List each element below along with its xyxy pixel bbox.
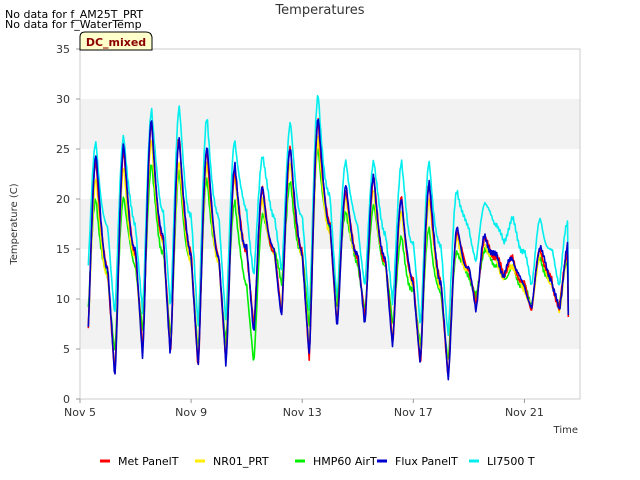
dc-mixed-badge: DC_mixed (79, 31, 153, 51)
y-tick-label: 25 (56, 143, 70, 156)
y-axis: 0 5 10 15 20 25 30 35 (56, 43, 80, 406)
chart-title: Temperatures (274, 3, 364, 18)
y-tick-label: 10 (56, 293, 70, 306)
badge-label: DC_mixed (86, 36, 146, 49)
y-tick-label: 5 (63, 343, 70, 356)
x-axis: Nov 5 Nov 9 Nov 13 Nov 17 Nov 21 (64, 399, 544, 419)
y-tick-label: 20 (56, 193, 70, 206)
y-tick-label: 30 (56, 93, 70, 106)
legend-label-4: LI7500 T (487, 455, 535, 468)
x-tick-label: Nov 17 (394, 406, 433, 419)
legend: Met PanelT NR01_PRT HMP60 AirT Flux PanelT L… (100, 455, 535, 468)
y-axis-label: Temperature (C) (9, 183, 20, 265)
x-axis-label: Time (553, 425, 578, 436)
legend-label-2: HMP60 AirT (313, 455, 377, 468)
no-data-note-2: No data for f_WaterTemp (5, 18, 142, 31)
x-tick-label: Nov 21 (505, 406, 544, 419)
legend-label-3: Flux PanelT (395, 455, 458, 468)
y-tick-label: 0 (63, 393, 70, 406)
x-tick-label: Nov 13 (283, 406, 322, 419)
y-tick-label: 35 (56, 43, 70, 56)
x-tick-label: Nov 9 (175, 406, 207, 419)
temperature-chart: No data for f_AM25T_PRT No data for f_Wa… (5, 3, 581, 468)
x-tick-label: Nov 5 (64, 406, 96, 419)
legend-label-0: Met PanelT (118, 455, 179, 468)
band-0 (80, 299, 580, 349)
y-tick-label: 15 (56, 243, 70, 256)
legend-label-1: NR01_PRT (213, 455, 269, 468)
